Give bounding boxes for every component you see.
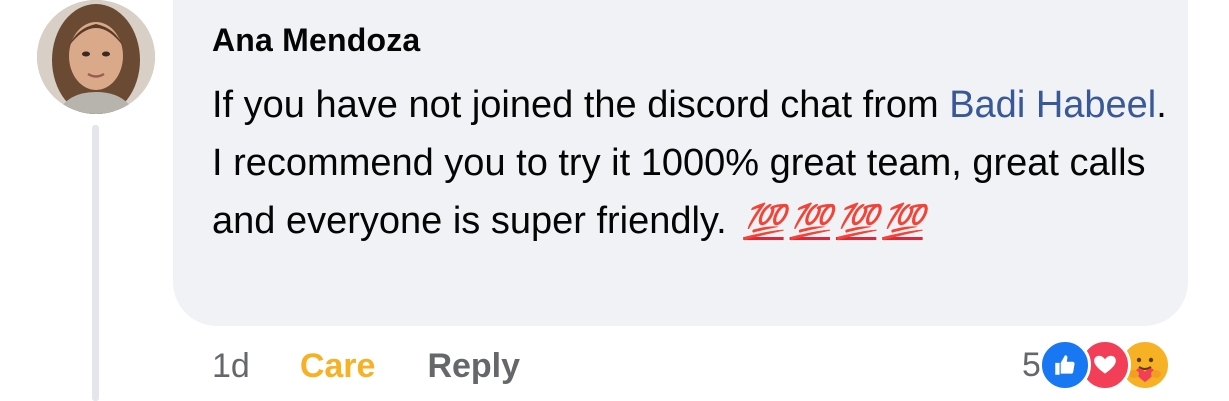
reply-button[interactable]: Reply — [427, 347, 520, 386]
comment-thread: Ana Mendoza If you have not joined the d… — [0, 0, 1229, 401]
avatar[interactable] — [37, 0, 155, 114]
like-icon — [1038, 339, 1091, 391]
care-reaction-button[interactable]: Care — [300, 347, 376, 386]
mention-link[interactable]: Badi Habeel — [949, 84, 1156, 126]
comment-actions: 1d Care Reply — [212, 344, 520, 388]
comment-author[interactable]: Ana Mendoza — [212, 22, 420, 59]
comment-text: If you have not joined the discord chat … — [212, 76, 1172, 251]
avatar-photo — [37, 0, 155, 114]
comment-text-before: If you have not joined the discord chat … — [212, 84, 950, 126]
comment-timestamp[interactable]: 1d — [212, 347, 250, 386]
thread-line — [92, 125, 99, 401]
reaction-summary[interactable]: 5 — [1022, 338, 1171, 392]
hundred-points-icon: 💯 — [835, 203, 878, 241]
hundred-points-icon: 💯 — [789, 203, 832, 241]
hundred-points-icon: 💯 — [882, 203, 924, 241]
hundred-points-icon: 💯 — [743, 203, 785, 241]
